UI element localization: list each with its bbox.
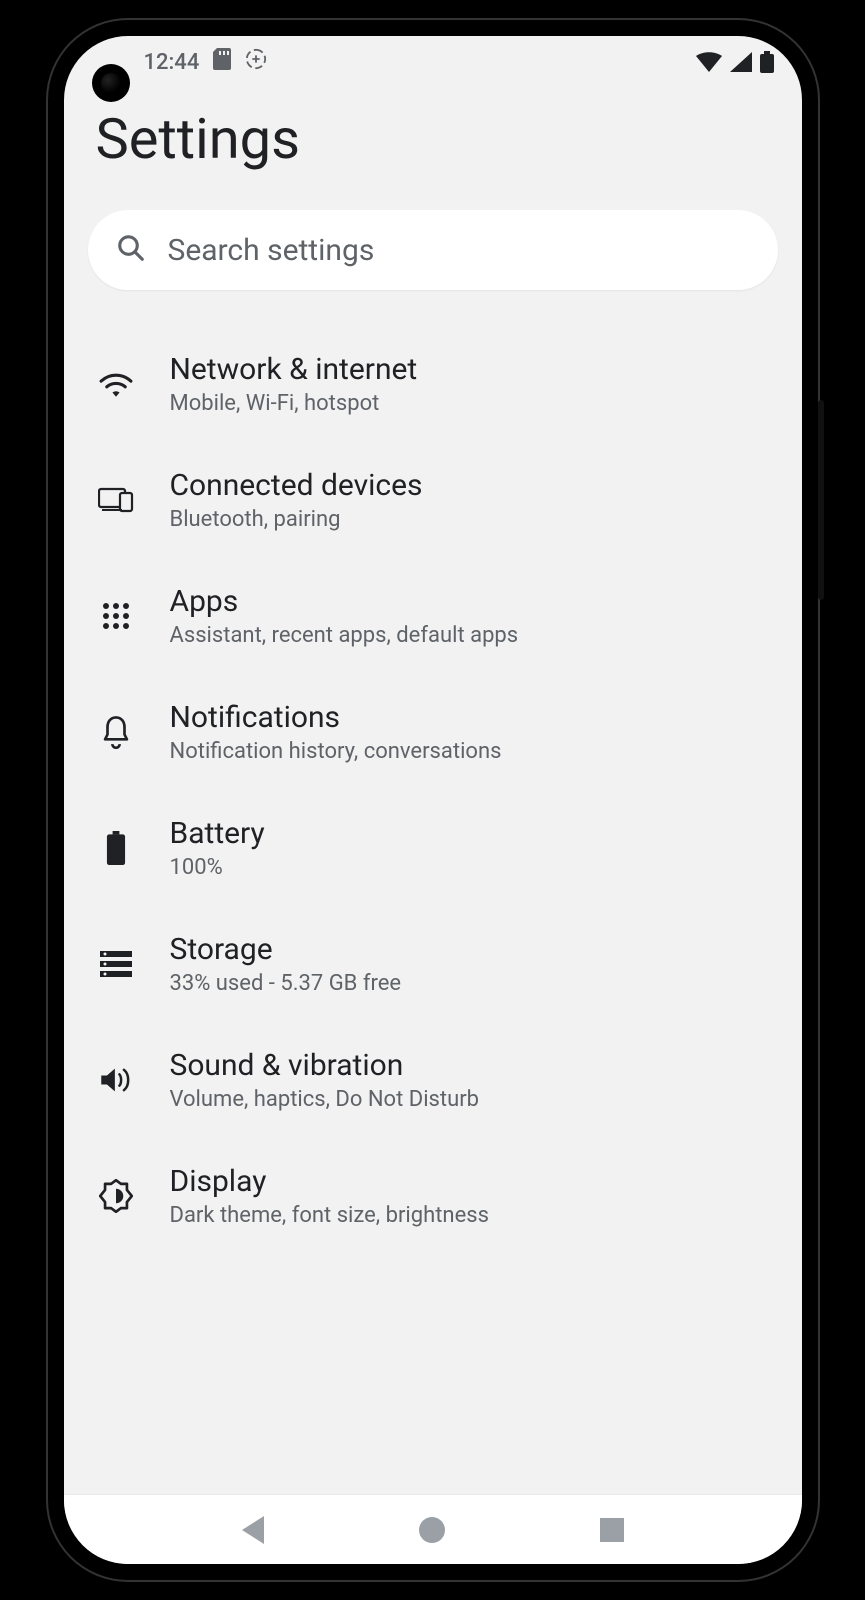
setting-item-battery[interactable]: Battery 100% xyxy=(88,790,778,906)
nav-recent-button[interactable] xyxy=(582,1500,642,1560)
settings-list: Network & internet Mobile, Wi-Fi, hotspo… xyxy=(88,326,778,1254)
search-bar[interactable] xyxy=(88,210,778,290)
setting-subtitle: Mobile, Wi-Fi, hotspot xyxy=(170,391,770,416)
setting-text: Network & internet Mobile, Wi-Fi, hotspo… xyxy=(170,352,770,416)
content-area: Settings Network & internet Mobile, Wi-F… xyxy=(64,88,802,1494)
setting-subtitle: Dark theme, font size, brightness xyxy=(170,1203,770,1228)
nav-home-button[interactable] xyxy=(402,1500,462,1560)
status-bar: 12:44 xyxy=(64,36,802,88)
setting-text: Storage 33% used - 5.37 GB free xyxy=(170,932,770,996)
setting-item-storage[interactable]: Storage 33% used - 5.37 GB free xyxy=(88,906,778,1022)
search-icon xyxy=(116,233,146,267)
navigation-bar xyxy=(64,1494,802,1564)
cellular-status-icon xyxy=(730,52,752,72)
setting-subtitle: Volume, haptics, Do Not Disturb xyxy=(170,1087,770,1112)
data-saver-icon xyxy=(245,48,267,76)
bell-icon xyxy=(96,715,136,749)
setting-item-sound[interactable]: Sound & vibration Volume, haptics, Do No… xyxy=(88,1022,778,1138)
brightness-icon xyxy=(96,1179,136,1213)
setting-title: Battery xyxy=(170,816,770,851)
setting-subtitle: Assistant, recent apps, default apps xyxy=(170,623,770,648)
storage-icon xyxy=(96,951,136,977)
setting-subtitle: 33% used - 5.37 GB free xyxy=(170,971,770,996)
setting-text: Apps Assistant, recent apps, default app… xyxy=(170,584,770,648)
setting-title: Sound & vibration xyxy=(170,1048,770,1083)
setting-subtitle: Notification history, conversations xyxy=(170,739,770,764)
nav-back-button[interactable] xyxy=(223,1500,283,1560)
volume-icon xyxy=(96,1065,136,1095)
setting-text: Battery 100% xyxy=(170,816,770,880)
wifi-status-icon xyxy=(696,52,722,72)
screen: 12:44 Settings xyxy=(64,36,802,1564)
status-bar-right xyxy=(696,51,774,73)
battery-status-icon xyxy=(760,51,774,73)
setting-text: Sound & vibration Volume, haptics, Do No… xyxy=(170,1048,770,1112)
apps-grid-icon xyxy=(96,601,136,631)
devices-icon xyxy=(96,487,136,513)
setting-title: Display xyxy=(170,1164,770,1199)
status-time: 12:44 xyxy=(144,50,200,75)
setting-title: Notifications xyxy=(170,700,770,735)
setting-text: Connected devices Bluetooth, pairing xyxy=(170,468,770,532)
punch-hole-camera xyxy=(92,64,130,102)
setting-subtitle: 100% xyxy=(170,855,770,880)
side-button xyxy=(818,400,824,600)
wifi-icon xyxy=(96,371,136,397)
setting-item-devices[interactable]: Connected devices Bluetooth, pairing xyxy=(88,442,778,558)
battery-icon xyxy=(96,831,136,865)
setting-title: Network & internet xyxy=(170,352,770,387)
setting-title: Connected devices xyxy=(170,468,770,503)
sd-card-icon xyxy=(213,48,231,76)
status-bar-left: 12:44 xyxy=(144,48,268,76)
setting-subtitle: Bluetooth, pairing xyxy=(170,507,770,532)
setting-text: Notifications Notification history, conv… xyxy=(170,700,770,764)
setting-item-network[interactable]: Network & internet Mobile, Wi-Fi, hotspo… xyxy=(88,326,778,442)
page-title: Settings xyxy=(88,88,778,210)
setting-item-notifications[interactable]: Notifications Notification history, conv… xyxy=(88,674,778,790)
setting-text: Display Dark theme, font size, brightnes… xyxy=(170,1164,770,1228)
setting-title: Storage xyxy=(170,932,770,967)
setting-title: Apps xyxy=(170,584,770,619)
phone-device-frame: 12:44 Settings xyxy=(48,20,818,1580)
setting-item-apps[interactable]: Apps Assistant, recent apps, default app… xyxy=(88,558,778,674)
search-input[interactable] xyxy=(168,233,750,268)
setting-item-display[interactable]: Display Dark theme, font size, brightnes… xyxy=(88,1138,778,1254)
